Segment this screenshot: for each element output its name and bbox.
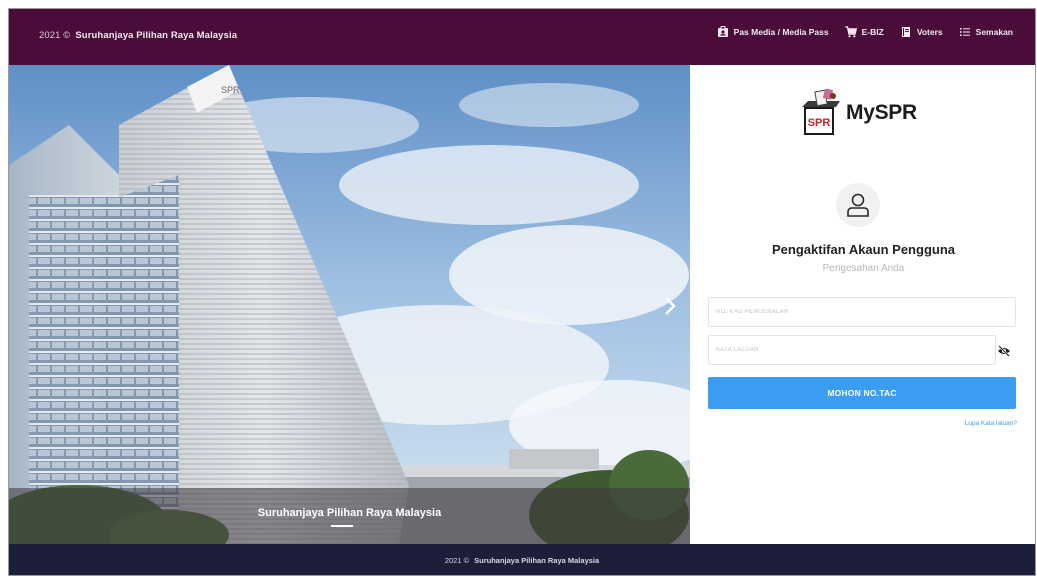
nav-semakan-label: Semakan (975, 27, 1013, 37)
top-navbar: 2021 © Suruhanjaya Pilihan Raya Malaysia … (9, 9, 1035, 65)
nav-media-pass[interactable]: Pas Media / Media Pass (717, 26, 829, 38)
list-icon (959, 28, 970, 36)
top-nav: Pas Media / Media Pass E-BIZ Voters Sema… (717, 26, 1013, 38)
page-frame: 2021 © Suruhanjaya Pilihan Raya Malaysia … (8, 8, 1036, 576)
carousel-next-arrow[interactable] (662, 295, 678, 317)
ic-number-input[interactable] (708, 297, 1016, 327)
footer: 2021 © Suruhanjaya Pilihan Raya Malaysia (9, 544, 1035, 575)
nav-semakan[interactable]: Semakan (959, 26, 1013, 38)
id-card-icon (717, 26, 728, 37)
form-subtitle: Pengesahan Anda (822, 263, 905, 274)
user-avatar (836, 183, 880, 227)
password-input[interactable] (708, 335, 996, 365)
footer-year: 2021 © (444, 556, 470, 565)
ballot-box-logo-icon: SPR (802, 89, 840, 135)
nav-ebiz[interactable]: E-BIZ (845, 26, 884, 38)
nav-voters[interactable]: Voters (900, 26, 943, 38)
logo-text: MySPR (846, 101, 917, 124)
request-tac-button[interactable]: MOHON NO.TAC (708, 377, 1016, 409)
logo-badge-text: SPR (808, 117, 831, 129)
footer-text: Suruhanjaya Pilihan Raya Malaysia (474, 556, 600, 565)
cart-icon (845, 26, 857, 38)
hero-carousel: SPR Suruhanjaya Pilihan Raya Malaysia (9, 65, 690, 544)
header-brand-name: Suruhanjaya Pilihan Raya Malaysia (75, 30, 238, 41)
activation-panel: SPR MySPR Pengaktifan Akaun Pengguna Pen… (690, 65, 1035, 544)
book-icon (901, 27, 910, 37)
hero-image: SPR (9, 65, 690, 544)
nav-media-pass-label: Pas Media / Media Pass (733, 27, 829, 37)
forgot-password-link[interactable]: Lupa Kata laluan? (965, 420, 1017, 427)
user-icon (847, 193, 869, 217)
eye-slash-icon[interactable] (997, 345, 1011, 357)
header-year: 2021 © (39, 30, 71, 41)
building-sign: SPR (221, 85, 240, 95)
myspr-logo[interactable]: SPR MySPR (800, 87, 940, 139)
nav-ebiz-label: E-BIZ (861, 27, 884, 37)
header-brand[interactable]: 2021 © Suruhanjaya Pilihan Raya Malaysia (39, 30, 237, 41)
form-title: Pengaktifan Akaun Pengguna (772, 242, 955, 257)
nav-voters-label: Voters (916, 27, 943, 37)
carousel-indicator-active[interactable] (331, 525, 353, 527)
carousel-caption-text: Suruhanjaya Pilihan Raya Malaysia (257, 507, 442, 519)
